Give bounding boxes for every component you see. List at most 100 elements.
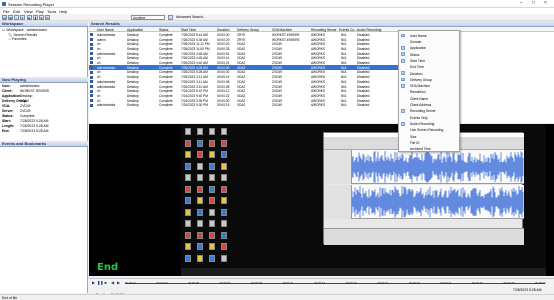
tree-item-search-results[interactable]: 🔍 Search Results	[8, 33, 37, 37]
desktop-shortcut-icon	[197, 231, 203, 239]
desktop-shortcut-icon	[197, 208, 203, 216]
pause-icon[interactable]: ❚	[33, 15, 38, 20]
workspace-icon[interactable]: ▦	[8, 15, 13, 20]
menu-item-end-time[interactable]: End Time	[399, 65, 461, 70]
desktop-shortcut-icon	[209, 208, 215, 216]
play-icon[interactable]: ▶	[27, 15, 32, 20]
search-results-panel: Search Results User Name Application Sta…	[89, 21, 554, 123]
menu-item-size[interactable]: Size	[399, 134, 461, 139]
menu-item-file-id[interactable]: File ID	[399, 140, 461, 145]
favorite-icon[interactable]: ★	[20, 15, 25, 20]
desktop-shortcut-icon	[185, 243, 191, 250]
field-value: ZVD49	[20, 109, 31, 113]
desktop-shortcut-icon	[209, 231, 215, 239]
table-cell: Disabled	[357, 103, 370, 108]
desktop-shortcut-icon	[197, 174, 203, 181]
table-cell: AWORKS	[311, 103, 326, 108]
stop-icon[interactable]: ■	[39, 15, 44, 20]
close-icon[interactable]: ×	[544, 1, 547, 6]
menu-item-application[interactable]: ✓ Application	[399, 46, 461, 51]
table-row[interactable]: administrator Desktop Complete 7/24/2023 9:…	[89, 103, 399, 108]
range-select[interactable]: Anytime	[131, 15, 165, 20]
column-audio-recording[interactable]: Audio Recording	[357, 28, 381, 32]
recording-icon	[90, 33, 93, 37]
column-recording-server[interactable]: Recording Server	[311, 28, 337, 32]
recording-icon	[90, 99, 93, 103]
menu-item-label: Live Screen Recording	[410, 128, 444, 133]
menu-item-user-name[interactable]: ✓ User Name	[399, 33, 461, 38]
recording-icon	[90, 61, 93, 65]
desktop-shortcut-icon	[185, 174, 191, 181]
settings-icon[interactable]: ⚙	[45, 15, 50, 20]
search-icon[interactable]: ⌕	[14, 15, 19, 20]
checkmark-icon: ✓	[401, 52, 405, 57]
desktop-shortcut-icon	[209, 174, 215, 181]
now-playing-header: Now Playing	[0, 77, 88, 83]
column-duration[interactable]: Duration	[217, 28, 229, 32]
tree-item-favorites[interactable]: ☆ Favorites	[8, 37, 27, 41]
menu-item-client-name[interactable]: Client Name	[399, 96, 461, 101]
column-vda-machine[interactable]: VDA Machine	[272, 28, 292, 32]
status-text: End of file	[2, 296, 18, 300]
checkmark-icon: ✓	[401, 46, 405, 51]
column-events-count[interactable]: Events Co...	[339, 28, 357, 32]
menu-item-vda-machine[interactable]: ✓ VDA Machine	[399, 83, 461, 88]
app-window: Session Recording Player – □ × File Edit…	[0, 0, 554, 300]
maximize-icon[interactable]: □	[532, 1, 535, 6]
app-icon	[2, 2, 6, 6]
workspace-header: Workspace	[0, 21, 88, 27]
desktop-shortcut-icon	[209, 197, 215, 204]
field-key: Status:	[2, 114, 14, 118]
workspace-root[interactable]: ▭ Workspace - administrator	[2, 28, 47, 32]
play-button[interactable]: ▶	[91, 281, 96, 286]
table-cell: 00:00:15	[217, 103, 230, 108]
pause-button[interactable]: ❚❚	[97, 281, 103, 286]
seek-back-button[interactable]: ◀	[110, 281, 115, 286]
recording-icon	[90, 80, 93, 84]
recording-icon	[90, 75, 93, 79]
column-user-name[interactable]: User Name	[97, 28, 114, 32]
menu-item-events-only[interactable]: Events Only	[399, 115, 461, 120]
window-title: Session Recording Player	[8, 1, 55, 7]
search-go-icon[interactable]: ⌕	[168, 15, 173, 20]
menu-item-label: Resolution	[410, 90, 426, 95]
stop-button[interactable]: ■	[103, 281, 108, 286]
timeline-scale[interactable]: 00:00:01 00:00:03 00:00:05 00:00:07 00:00:09…	[125, 281, 546, 285]
timeline-tick-label: 00:00:25	[503, 281, 515, 285]
desktop-shortcut-icon	[221, 208, 227, 216]
desktop-shortcut-icon	[185, 197, 191, 204]
field-key: Client:	[2, 89, 13, 93]
now-playing-field: Length: 7/28/2023 5:28 AM	[2, 124, 86, 128]
column-delivery-group[interactable]: Delivery Group	[237, 28, 259, 32]
recording-icon	[90, 94, 93, 98]
menu-item-audio-recording[interactable]: ✓ Audio Recording	[399, 121, 461, 126]
menu-item-archived-time[interactable]: Archived Time	[399, 146, 461, 151]
field-value: ZVD49	[20, 104, 31, 108]
seek-forward-button[interactable]: ▶	[116, 281, 121, 286]
column-application[interactable]: Application	[127, 28, 143, 32]
menu-item-start-time[interactable]: ✓ Start Time	[399, 58, 461, 63]
recording-icon	[90, 42, 93, 46]
desktop-shortcut-icon	[209, 185, 215, 193]
menu-item-duration[interactable]: ✓ Duration	[399, 71, 461, 76]
menu-item-label: Duration	[410, 71, 423, 76]
column-start-time[interactable]: Start Time	[181, 28, 196, 32]
now-playing-field: Application: Desktop	[2, 94, 86, 98]
menu-item-recording-server[interactable]: ✓ Recording Server	[399, 109, 461, 114]
timeline-tick-label: 00:00:15	[345, 281, 357, 285]
desktop-shortcut-icon	[209, 243, 215, 250]
open-file-icon[interactable]: ▤	[2, 15, 7, 20]
column-status[interactable]: Status	[159, 28, 168, 32]
playback-timeline: ▶ ❚❚ ■ ◀ ▶ 00:00:01 00:00:03 00:00:05 00:00…	[89, 278, 554, 287]
advanced-search-button[interactable]: Advanced Search...	[176, 15, 206, 19]
menu-item-status[interactable]: ✓ Status	[399, 52, 461, 57]
menu-item-live-screen-recording[interactable]: Live Screen Recording	[399, 128, 461, 133]
menu-item-delivery-group[interactable]: ✓ Delivery Group	[399, 77, 461, 82]
menu-item-resolution[interactable]: Resolution	[399, 90, 461, 95]
timeline-tick-label: 00:00:07	[219, 281, 231, 285]
desktop-shortcut-icon	[185, 208, 191, 216]
menu-item-domain[interactable]: Domain	[399, 39, 461, 44]
field-key: VDA:	[2, 104, 11, 108]
menu-item-client-address[interactable]: Client Address	[399, 102, 461, 107]
minimize-icon[interactable]: –	[520, 1, 523, 6]
